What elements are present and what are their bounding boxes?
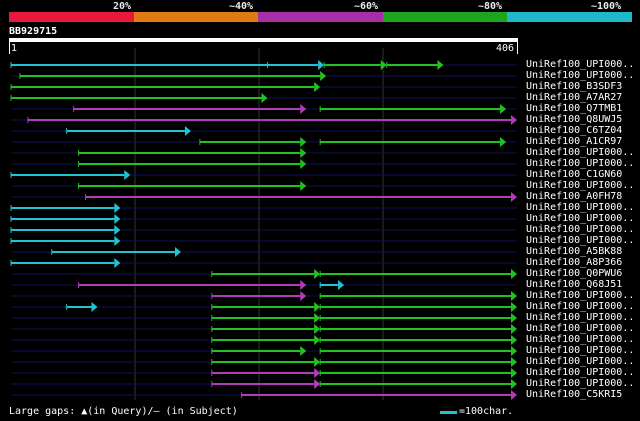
hit-label[interactable]: UniRef100_UPI000..: [526, 356, 634, 367]
hit-label[interactable]: UniRef100_UPI000..: [526, 378, 634, 389]
segment-arrow: [511, 324, 517, 334]
segment-arrow: [320, 71, 327, 81]
segment-arrow: [511, 192, 517, 202]
hit-label[interactable]: UniRef100_C6TZ04: [526, 125, 622, 136]
segment-arrow: [511, 302, 517, 312]
scale-swatch: [440, 411, 457, 414]
segment-arrow: [511, 379, 517, 389]
segment-arrow: [314, 357, 321, 367]
segment-arrow: [114, 225, 121, 235]
hit-label[interactable]: UniRef100_A8P366: [526, 257, 622, 268]
segment-arrow: [314, 335, 321, 345]
segment-arrow: [174, 247, 181, 257]
scale-note: =100char.: [459, 406, 514, 417]
hit-label[interactable]: UniRef100_UPI000..: [526, 345, 634, 356]
segment-arrow: [511, 269, 517, 279]
hit-label[interactable]: UniRef100_UPI000..: [526, 202, 634, 213]
segment-arrow: [114, 203, 121, 213]
segment-arrow: [314, 379, 321, 389]
segment-arrow: [314, 368, 321, 378]
hit-label[interactable]: UniRef100_UPI000..: [526, 213, 634, 224]
segment-arrow: [124, 170, 131, 180]
segment-arrow: [300, 137, 307, 147]
segment-arrow: [318, 60, 325, 70]
segment-arrow: [511, 313, 517, 323]
hit-label[interactable]: UniRef100_UPI000..: [526, 290, 634, 301]
hit-label[interactable]: UniRef100_UPI000..: [526, 59, 634, 70]
hit-label[interactable]: UniRef100_UPI000..: [526, 180, 634, 191]
hit-label[interactable]: UniRef100_UPI000..: [526, 158, 634, 169]
hit-label[interactable]: UniRef100_Q7TMB1: [526, 103, 622, 114]
hit-label[interactable]: UniRef100_UPI000..: [526, 323, 634, 334]
segment-arrow: [91, 302, 98, 312]
segment-arrow: [511, 291, 517, 301]
segment-arrow: [184, 126, 191, 136]
hit-label[interactable]: UniRef100_UPI000..: [526, 235, 634, 246]
large-gaps-note: Large gaps: ▲(in Query)/— (in Subject): [9, 406, 238, 417]
segment-arrow: [300, 280, 307, 290]
hit-label[interactable]: UniRef100_UPI000..: [526, 224, 634, 235]
segment-arrow: [511, 368, 517, 378]
segment-arrow: [114, 236, 121, 246]
hit-label[interactable]: UniRef100_UPI000..: [526, 334, 634, 345]
segment-arrow: [300, 181, 307, 191]
hit-label[interactable]: UniRef100_A1CR97: [526, 136, 622, 147]
segment-arrow: [338, 280, 345, 290]
hit-label[interactable]: UniRef100_Q68J51: [526, 279, 622, 290]
hit-label[interactable]: UniRef100_C5KRI5: [526, 389, 622, 400]
segment-arrow: [511, 390, 517, 400]
hit-label[interactable]: UniRef100_B3SDF3: [526, 81, 622, 92]
segment-arrow: [300, 159, 307, 169]
segment-arrow: [300, 346, 307, 356]
segment-arrow: [314, 82, 321, 92]
segment-arrow: [300, 291, 307, 301]
hit-label[interactable]: UniRef100_A0FH78: [526, 191, 622, 202]
segment-arrow: [500, 104, 507, 114]
segment-arrow: [300, 104, 307, 114]
hit-label[interactable]: UniRef100_C1GN60: [526, 169, 622, 180]
segment-arrow: [314, 324, 321, 334]
segment-arrow: [511, 115, 517, 125]
segment-arrow: [114, 214, 121, 224]
segment-arrow: [314, 302, 321, 312]
segment-arrow: [380, 60, 387, 70]
segment-arrow: [500, 137, 507, 147]
hit-label[interactable]: UniRef100_UPI000..: [526, 312, 634, 323]
segment-arrow: [314, 269, 321, 279]
hit-label[interactable]: UniRef100_Q0PWU6: [526, 268, 622, 279]
hit-label[interactable]: UniRef100_A5BK88: [526, 246, 622, 257]
segment-arrow: [511, 335, 517, 345]
segment-arrow: [314, 313, 321, 323]
segment-arrow: [300, 148, 307, 158]
hit-label[interactable]: UniRef100_UPI000..: [526, 70, 634, 81]
segment-arrow: [114, 258, 121, 268]
hit-label[interactable]: UniRef100_Q8UWJ5: [526, 114, 622, 125]
hit-label[interactable]: UniRef100_UPI000..: [526, 367, 634, 378]
hit-label[interactable]: UniRef100_A7AR27: [526, 92, 622, 103]
segment-arrow: [437, 60, 444, 70]
hit-label[interactable]: UniRef100_UPI000..: [526, 147, 634, 158]
segment-arrow: [511, 346, 517, 356]
hit-label[interactable]: UniRef100_UPI000..: [526, 301, 634, 312]
segment-arrow: [511, 357, 517, 367]
segment-arrow: [261, 93, 268, 103]
